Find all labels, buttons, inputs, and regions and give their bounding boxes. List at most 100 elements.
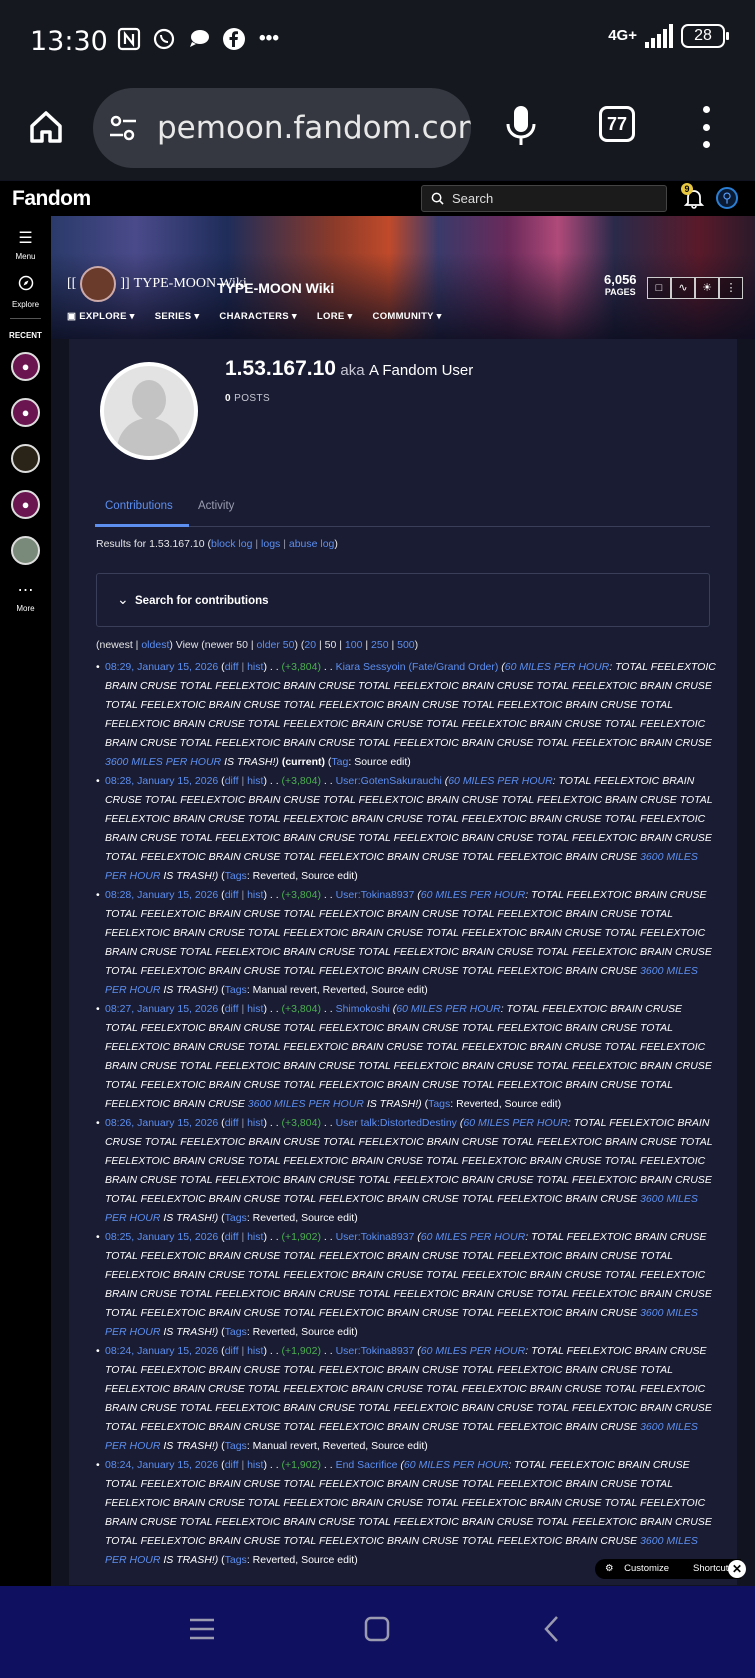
- contribution-timestamp-link[interactable]: 08:24, January 15, 2026: [105, 1459, 218, 1471]
- wiki-nav-community[interactable]: COMMUNITY ▾: [373, 311, 442, 322]
- pager-250-link[interactable]: 250: [371, 639, 389, 651]
- contribution-timestamp-link[interactable]: 08:26, January 15, 2026: [105, 1117, 218, 1129]
- home-nav-icon[interactable]: [363, 1614, 391, 1644]
- page-link[interactable]: User:Tokina8937: [336, 1345, 415, 1357]
- contribution-timestamp-link[interactable]: 08:29, January 15, 2026: [105, 661, 218, 673]
- summary-link[interactable]: 60 MILES PER HOUR: [463, 1117, 567, 1129]
- tags-link[interactable]: Tags: [225, 984, 247, 996]
- recent-wiki-icon[interactable]: ●: [11, 490, 40, 519]
- diff-link[interactable]: diff: [225, 1117, 239, 1129]
- hist-link[interactable]: hist: [247, 1345, 263, 1357]
- rail-explore[interactable]: Explore: [0, 275, 51, 309]
- summary-link[interactable]: 60 MILES PER HOUR: [505, 661, 609, 673]
- tab-contributions[interactable]: Contributions: [105, 500, 173, 512]
- contribution-timestamp-link[interactable]: 08:24, January 15, 2026: [105, 1345, 218, 1357]
- wiki-nav-characters[interactable]: CHARACTERS ▾: [219, 311, 297, 322]
- edit-summary: (60 MILES PER HOUR: TOTAL FEELEXTOIC BRA…: [105, 1345, 712, 1452]
- pager-older-link[interactable]: older 50: [257, 639, 295, 651]
- page-link[interactable]: User talk:DistortedDestiny: [336, 1117, 457, 1129]
- summary-link[interactable]: 60 MILES PER HOUR: [421, 1345, 525, 1357]
- hist-link[interactable]: hist: [247, 661, 263, 673]
- user-avatar-icon[interactable]: ⚲: [716, 187, 738, 209]
- close-icon[interactable]: ✕: [728, 1560, 746, 1578]
- recent-changes-icon[interactable]: ∿: [671, 277, 695, 299]
- page-link[interactable]: Shimokoshi: [336, 1003, 390, 1015]
- notifications-button[interactable]: 9: [681, 183, 705, 209]
- wiki-name[interactable]: TYPE-MOON Wiki: [217, 280, 334, 296]
- site-settings-icon[interactable]: [108, 113, 138, 143]
- hist-link[interactable]: hist: [247, 1231, 263, 1243]
- pager-500-link[interactable]: 500: [397, 639, 415, 651]
- summary-link[interactable]: 60 MILES PER HOUR: [404, 1459, 508, 1471]
- home-icon[interactable]: [26, 107, 66, 147]
- rail-more[interactable]: ⋯ More: [0, 582, 51, 613]
- diff-link[interactable]: diff: [225, 1003, 239, 1015]
- contribution-timestamp-link[interactable]: 08:28, January 15, 2026: [105, 775, 218, 787]
- search-contributions-panel[interactable]: ⌄ Search for contributions: [96, 573, 710, 627]
- browser-menu-icon[interactable]: [702, 106, 710, 148]
- tags-link[interactable]: Tags: [225, 1440, 247, 1452]
- summary-link[interactable]: 3600 MILES PER HOUR: [248, 1098, 364, 1110]
- fandom-search-input[interactable]: Search: [421, 185, 667, 212]
- page-link[interactable]: Kiara Sessyoin (Fate/Grand Order): [336, 661, 499, 673]
- hist-link[interactable]: hist: [247, 775, 263, 787]
- logs-link[interactable]: logs: [261, 538, 280, 550]
- tags-link[interactable]: Tag: [331, 756, 348, 768]
- diff-link[interactable]: diff: [225, 1345, 239, 1357]
- tags-link[interactable]: Tags: [428, 1098, 450, 1110]
- tags-link[interactable]: Tags: [225, 870, 247, 882]
- pager-100-link[interactable]: 100: [345, 639, 363, 651]
- recent-wiki-icon[interactable]: [11, 536, 40, 565]
- hist-link[interactable]: hist: [247, 1117, 263, 1129]
- page-link[interactable]: End Sacrifice: [336, 1459, 398, 1471]
- tab-activity[interactable]: Activity: [198, 500, 234, 512]
- hist-link[interactable]: hist: [247, 1003, 263, 1015]
- pager-newest: (newest |: [96, 639, 139, 651]
- tags-link[interactable]: Tags: [225, 1554, 247, 1566]
- tags-link[interactable]: Tags: [225, 1326, 247, 1338]
- summary-link[interactable]: 3600 MILES PER HOUR: [105, 756, 221, 768]
- pages-count-number: 6,056: [604, 272, 637, 287]
- page-link[interactable]: User:Tokina8937: [336, 889, 415, 901]
- wiki-nav-lore[interactable]: LORE ▾: [317, 311, 353, 322]
- customize-button[interactable]: ⚙ Customize: [595, 1559, 685, 1579]
- recent-wiki-icon[interactable]: ●: [11, 352, 40, 381]
- theme-toggle-icon[interactable]: ☀: [695, 277, 719, 299]
- diff-link[interactable]: diff: [225, 889, 239, 901]
- page-link[interactable]: User:GotenSakurauchi: [336, 775, 442, 787]
- tags-link[interactable]: Tags: [225, 1212, 247, 1224]
- recent-wiki-icon[interactable]: [11, 444, 40, 473]
- wiki-nav-explore[interactable]: ▣ EXPLORE ▾: [67, 311, 135, 322]
- recents-icon[interactable]: [188, 1614, 216, 1644]
- diff-link[interactable]: diff: [225, 775, 239, 787]
- pager-20-link[interactable]: 20: [304, 639, 316, 651]
- diff-link[interactable]: diff: [225, 661, 239, 673]
- discussions-icon[interactable]: □: [647, 277, 671, 299]
- pager-oldest-link[interactable]: oldest: [141, 639, 169, 651]
- contribution-timestamp-link[interactable]: 08:28, January 15, 2026: [105, 889, 218, 901]
- separator: |: [283, 538, 286, 550]
- summary-link[interactable]: 60 MILES PER HOUR: [448, 775, 552, 787]
- contribution-timestamp-link[interactable]: 08:25, January 15, 2026: [105, 1231, 218, 1243]
- diff-link[interactable]: diff: [225, 1231, 239, 1243]
- microphone-icon[interactable]: [503, 104, 539, 148]
- tab-switcher-button[interactable]: 77: [599, 106, 635, 142]
- summary-tail: IS TRASH!): [163, 1326, 219, 1338]
- summary-link[interactable]: 60 MILES PER HOUR: [421, 1231, 525, 1243]
- more-tools-icon[interactable]: ⋮: [719, 277, 743, 299]
- hist-link[interactable]: hist: [247, 1459, 263, 1471]
- url-bar[interactable]: pemoon.fandom.com: [93, 88, 471, 168]
- back-icon[interactable]: [542, 1614, 562, 1644]
- contribution-timestamp-link[interactable]: 08:27, January 15, 2026: [105, 1003, 218, 1015]
- hist-link[interactable]: hist: [247, 889, 263, 901]
- recent-wiki-icon[interactable]: ●: [11, 398, 40, 427]
- fandom-logo[interactable]: Fandom: [12, 187, 91, 211]
- diff-link[interactable]: diff: [225, 1459, 239, 1471]
- block-log-link[interactable]: block log: [211, 538, 252, 550]
- abuse-log-link[interactable]: abuse log: [289, 538, 335, 550]
- rail-menu[interactable]: ☰ Menu: [0, 230, 51, 261]
- page-link[interactable]: User:Tokina8937: [336, 1231, 415, 1243]
- summary-link[interactable]: 60 MILES PER HOUR: [396, 1003, 500, 1015]
- wiki-nav-series[interactable]: SERIES ▾: [155, 311, 200, 322]
- summary-link[interactable]: 60 MILES PER HOUR: [421, 889, 525, 901]
